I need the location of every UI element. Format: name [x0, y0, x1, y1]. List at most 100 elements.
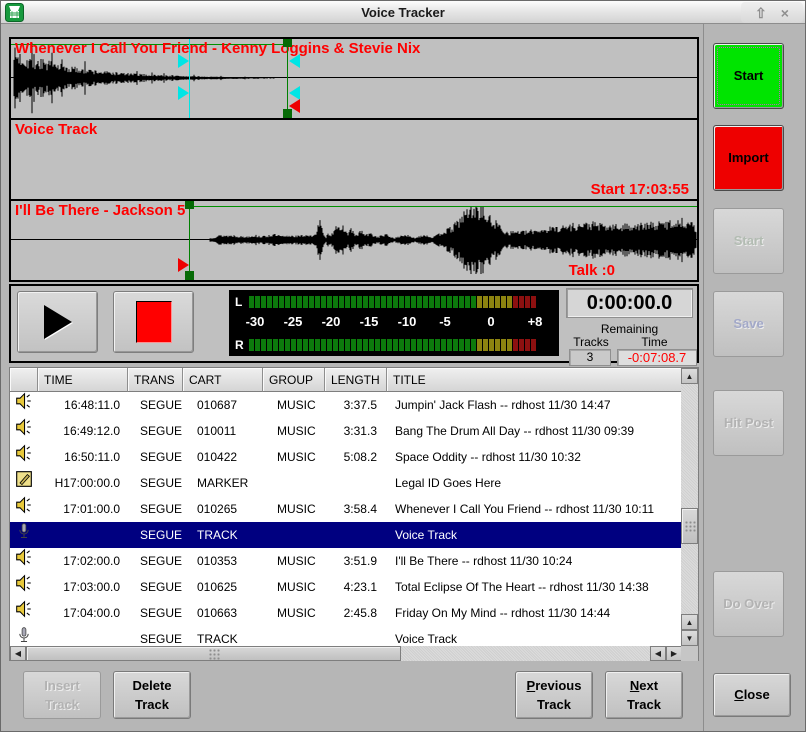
close-window-icon[interactable]: ×	[781, 6, 789, 20]
titlebar-buttons: ⇧ ×	[741, 2, 803, 23]
meter-right-label: R	[229, 338, 249, 352]
meter-scale-tick: 0	[487, 314, 494, 329]
table-row[interactable]: 17:04:00.0SEGUE010663MUSIC2:45.8Friday O…	[10, 600, 682, 626]
previous-track-button[interactable]: Previous Track	[515, 671, 593, 719]
cell-trans: SEGUE	[128, 470, 183, 496]
tracks-label: Tracks	[566, 335, 616, 349]
window-title: Voice Tracker	[1, 5, 805, 20]
delete-track-button[interactable]: Delete Track	[113, 671, 191, 719]
scrollbar-corner	[681, 646, 698, 661]
log-table-header[interactable]: TIMETRANSCARTGROUPLENGTHTITLE	[10, 368, 682, 392]
cell-length: 3:58.4	[325, 496, 387, 522]
cell-trans: SEGUE	[128, 392, 183, 418]
waveform-panel-next-track[interactable]: I'll Be There - Jackson 5 Talk :0	[11, 199, 697, 280]
table-row[interactable]: SEGUETRACKVoice Track	[10, 626, 682, 646]
log-table: TIMETRANSCARTGROUPLENGTHTITLE 16:48:11.0…	[9, 367, 699, 661]
cell-length: 3:51.9	[325, 548, 387, 574]
fade-marker-icon[interactable]	[178, 54, 189, 68]
play-button[interactable]	[17, 291, 98, 353]
scroll-down-icon[interactable]: ▼	[681, 630, 698, 646]
meter-scale-tick: +8	[528, 314, 543, 329]
speaker-icon	[15, 600, 33, 626]
table-row[interactable]: 17:02:00.0SEGUE010353MUSIC3:51.9I'll Be …	[10, 548, 682, 574]
cell-group	[263, 470, 325, 496]
table-row[interactable]: 17:03:00.0SEGUE010625MUSIC4:23.1Total Ec…	[10, 574, 682, 600]
column-header-title[interactable]: TITLE	[387, 368, 682, 392]
table-row[interactable]: 16:48:11.0SEGUE010687MUSIC3:37.5Jumpin' …	[10, 392, 682, 418]
meter-scale-tick: -20	[322, 314, 341, 329]
cell-group: MUSIC	[263, 574, 325, 600]
import-button[interactable]: Import	[713, 125, 784, 191]
cell-title: Legal ID Goes Here	[387, 470, 682, 496]
audio-level-meter: L -30-25-20-15-10-50+8 R	[229, 290, 559, 356]
cell-cart: TRACK	[183, 626, 263, 646]
stop-button[interactable]	[113, 291, 194, 353]
table-row[interactable]: 16:49:12.0SEGUE010011MUSIC3:31.3Bang The…	[10, 418, 682, 444]
meter-left-segments	[249, 296, 536, 308]
fade-marker-icon[interactable]	[289, 54, 300, 68]
vertical-scrollbar[interactable]: ▲ ▲ ▼	[681, 368, 698, 646]
cell-group: MUSIC	[263, 418, 325, 444]
scroll-up-icon[interactable]: ▲	[681, 368, 698, 384]
start-time-label: Start 17:03:55	[591, 181, 689, 198]
column-header-icon[interactable]	[10, 368, 38, 392]
next-track-button[interactable]: Next Track	[605, 671, 683, 719]
app-icon	[5, 3, 24, 22]
column-header-time[interactable]: TIME	[38, 368, 128, 392]
table-row[interactable]: SEGUETRACKVoice Track	[10, 522, 682, 548]
start-marker-line[interactable]	[189, 201, 190, 280]
cell-trans: SEGUE	[128, 626, 183, 646]
table-row[interactable]: 16:50:11.0SEGUE010422MUSIC5:08.2Space Od…	[10, 444, 682, 470]
start-marker-icon[interactable]	[178, 258, 189, 272]
start-handle-icon[interactable]	[185, 200, 194, 209]
shade-window-icon[interactable]: ⇧	[755, 6, 767, 20]
close-button[interactable]: Close	[713, 673, 791, 717]
speaker-icon	[15, 496, 33, 522]
start-handle-icon[interactable]	[185, 271, 194, 280]
cell-time: 16:48:11.0	[38, 392, 128, 418]
cell-cart: 010663	[183, 600, 263, 626]
cell-time: 16:50:11.0	[38, 444, 128, 470]
scroll-right-icon[interactable]: ▶	[666, 646, 682, 661]
meter-scale: -30-25-20-15-10-50+8	[229, 314, 559, 332]
meter-scale-tick: -5	[439, 314, 451, 329]
cell-title: Space Oddity -- rdhost 11/30 10:32	[387, 444, 682, 470]
start-play-button: Start	[713, 208, 784, 274]
horizontal-scrollbar[interactable]: ◀ ◀ ▶	[10, 646, 682, 661]
cell-length: 4:23.1	[325, 574, 387, 600]
cell-cart: TRACK	[183, 522, 263, 548]
fade-marker-line[interactable]	[189, 39, 190, 118]
cell-time: 17:03:00.0	[38, 574, 128, 600]
segue-marker-line[interactable]	[287, 39, 288, 118]
table-row[interactable]: H17:00:00.0SEGUEMARKERLegal ID Goes Here	[10, 470, 682, 496]
column-header-length[interactable]: LENGTH	[325, 368, 387, 392]
scroll-left-icon[interactable]: ◀	[10, 646, 26, 661]
titlebar[interactable]: Voice Tracker ⇧ ×	[1, 1, 805, 24]
transport-bar: L -30-25-20-15-10-50+8 R 0:00:00.0 Remai…	[9, 284, 699, 363]
speaker-icon	[15, 418, 33, 444]
fade-marker-icon[interactable]	[289, 86, 300, 100]
column-header-cart[interactable]: CART	[183, 368, 263, 392]
cell-cart: 010687	[183, 392, 263, 418]
cell-length: 3:31.3	[325, 418, 387, 444]
end-marker-icon[interactable]	[289, 99, 300, 113]
segue-handle-icon[interactable]	[283, 39, 292, 47]
cell-length	[325, 522, 387, 548]
save-button: Save	[713, 291, 784, 357]
start-record-button[interactable]: Start	[713, 43, 784, 109]
cell-time	[38, 522, 128, 548]
waveform-panel-voice-track[interactable]: Voice Track Start 17:03:55	[11, 118, 697, 199]
cell-cart: 010265	[183, 496, 263, 522]
meter-left-label: L	[229, 295, 249, 309]
cell-length: 3:37.5	[325, 392, 387, 418]
mic-icon	[15, 626, 33, 646]
fade-marker-icon[interactable]	[178, 86, 189, 100]
horizontal-scroll-thumb[interactable]	[26, 646, 401, 661]
table-row[interactable]: 17:01:00.0SEGUE010265MUSIC3:58.4Whenever…	[10, 496, 682, 522]
scroll-left-icon[interactable]: ◀	[650, 646, 666, 661]
column-header-group[interactable]: GROUP	[263, 368, 325, 392]
scroll-up-icon[interactable]: ▲	[681, 614, 698, 630]
vertical-scroll-thumb[interactable]	[681, 508, 698, 544]
column-header-trans[interactable]: TRANS	[128, 368, 183, 392]
waveform-panel-previous-track[interactable]: Whenever I Call You Friend - Kenny Loggi…	[11, 39, 697, 118]
